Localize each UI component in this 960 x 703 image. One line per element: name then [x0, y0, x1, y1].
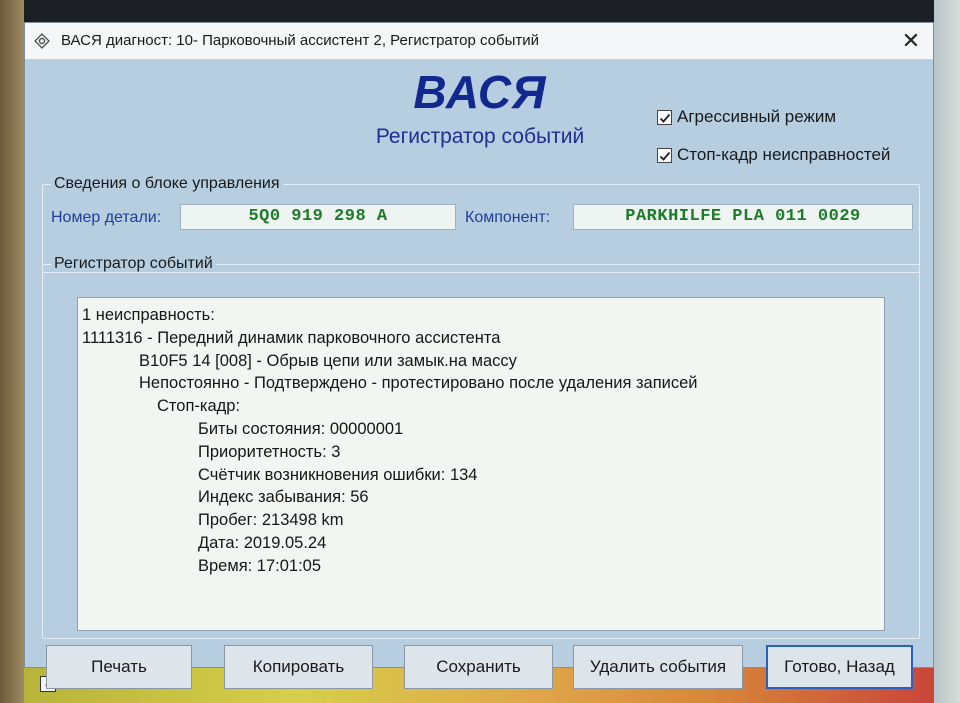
checkbox-box[interactable]: [657, 147, 672, 163]
close-icon[interactable]: ✕: [895, 25, 927, 57]
part-number-value: 5Q0 919 298 A: [180, 204, 456, 230]
log-line: 1 неисправность:: [82, 306, 215, 324]
title-bar[interactable]: ВАСЯ диагност: 10- Парковочный ассистент…: [25, 23, 933, 60]
part-number-label: Номер детали:: [51, 209, 162, 226]
freeze-frame-checkbox[interactable]: Стоп-кадр неисправностей: [657, 145, 890, 165]
log-line: Приоритетность: 3: [198, 442, 341, 461]
copy-button[interactable]: Копировать: [224, 645, 373, 689]
checkmark-icon: [659, 113, 671, 123]
delete-events-button[interactable]: Удалить события: [573, 645, 743, 689]
window-content: ВАСЯ Регистратор событий Агрессивный реж…: [25, 59, 933, 689]
save-button[interactable]: Сохранить: [404, 645, 553, 689]
checkbox-box[interactable]: [657, 109, 672, 125]
log-line: Непостоянно - Подтверждено - протестиров…: [139, 374, 698, 393]
event-log-legend: Регистратор событий: [54, 255, 213, 272]
log-line: Индекс забывания: 56: [198, 488, 369, 507]
photo-bezel-right: [934, 0, 960, 703]
log-line: 1111316 - Передний динамик парковочного …: [82, 328, 501, 347]
vasya-window: ВАСЯ диагност: 10- Парковочный ассистент…: [24, 22, 934, 689]
control-unit-legend: Сведения о блоке управления: [54, 175, 280, 192]
photo-bezel-left: [0, 0, 24, 703]
event-log-text-area[interactable]: 1 неисправность: 1111316 - Передний динам…: [77, 297, 885, 631]
aggressive-mode-label[interactable]: Агрессивный режим: [677, 107, 836, 127]
component-value: PARKHILFE PLA 011 0029: [573, 204, 913, 230]
log-line: Счётчик возникновения ошибки: 134: [198, 465, 478, 484]
checkmark-icon: [659, 151, 671, 161]
component-label: Компонент:: [465, 209, 551, 226]
aggressive-mode-checkbox[interactable]: Агрессивный режим: [657, 107, 836, 127]
print-button[interactable]: Печать: [46, 645, 192, 689]
log-line: B10F5 14 [008] - Обрыв цепи или замык.на…: [139, 351, 517, 370]
window-title: ВАСЯ диагност: 10- Парковочный ассистент…: [61, 32, 540, 49]
log-line: Дата: 2019.05.24: [198, 533, 327, 552]
log-line: Биты состояния: 00000001: [198, 419, 404, 438]
log-line: Пробег: 213498 km: [198, 511, 344, 530]
vasya-app-icon[interactable]: [34, 33, 50, 49]
freeze-frame-label[interactable]: Стоп-кадр неисправностей: [677, 145, 890, 165]
done-back-button[interactable]: Готово, Назад: [766, 645, 913, 689]
photo-bezel-top: [0, 0, 960, 22]
log-line: Время: 17:01:05: [198, 556, 322, 575]
log-line: Стоп-кадр:: [157, 397, 241, 416]
